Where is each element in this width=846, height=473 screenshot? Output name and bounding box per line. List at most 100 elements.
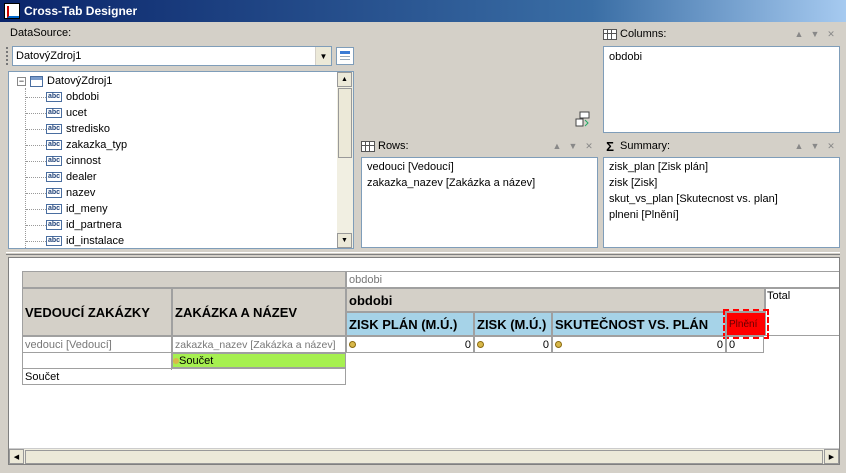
columns-pane-title: Columns: <box>620 28 667 40</box>
summary-pane-header: Σ Summary: ▲ ▼ ✕ <box>603 138 840 154</box>
scroll-left-icon[interactable]: ◀ <box>9 449 24 464</box>
grand-total-cell[interactable]: Součet <box>22 368 346 385</box>
tree-field[interactable]: abc nazev <box>26 185 95 201</box>
summary-item[interactable]: zisk [Zisk] <box>609 175 834 191</box>
remove-icon[interactable]: ✕ <box>826 29 836 40</box>
text-field-icon: abc <box>46 220 62 230</box>
columns-pane: Columns: ▲ ▼ ✕ obdobi <box>603 26 840 134</box>
summary-item[interactable]: zisk_plan [Zisk plán] <box>609 159 834 175</box>
swap-rows-columns-icon[interactable] <box>575 111 591 127</box>
tree-field[interactable]: abc id_meny <box>26 201 108 217</box>
datasource-combo[interactable]: DatovýZdroj1 ▼ <box>12 46 332 66</box>
scroll-thumb[interactable] <box>338 88 352 158</box>
scroll-thumb[interactable] <box>25 450 823 464</box>
summary-item[interactable]: plneni [Plnění] <box>609 207 834 223</box>
row-item[interactable]: vedouci [Vedoucí] <box>367 159 592 175</box>
datasource-combo-value: DatovýZdroj1 <box>16 50 82 62</box>
scroll-right-icon[interactable]: ▶ <box>824 449 839 464</box>
coin-icon <box>349 341 356 348</box>
rows-list[interactable]: vedouci [Vedoucí] zakazka_nazev [Zakázka… <box>361 157 598 248</box>
remove-icon[interactable]: ✕ <box>826 141 836 152</box>
columns-pane-header: Columns: ▲ ▼ ✕ <box>603 26 840 42</box>
tree-field-label: stredisko <box>66 123 111 135</box>
rows-pane: Rows: ▲ ▼ ✕ vedouci [Vedoucí] zakazka_naze… <box>361 138 598 249</box>
measure-header[interactable]: ZISK PLÁN (M.Ú.) <box>346 312 474 336</box>
splitter[interactable] <box>6 252 840 255</box>
column-item[interactable]: obdobi <box>604 47 839 67</box>
edit-datasource-icon[interactable] <box>336 47 354 65</box>
scroll-down-icon[interactable]: ▼ <box>337 233 352 248</box>
column-value-cell[interactable]: obdobi <box>346 288 766 312</box>
columns-list[interactable]: obdobi <box>603 46 840 133</box>
move-down-icon[interactable]: ▼ <box>568 141 578 152</box>
text-field-icon: abc <box>46 172 62 182</box>
row-field-zakazka[interactable]: zakazka_nazev [Zakázka a název] <box>172 336 346 353</box>
crosstab-preview[interactable]: obdobi VEDOUCÍ ZAKÁZKY ZAKÁZKA A NÁZEV o… <box>8 257 840 465</box>
toolbar-grip[interactable] <box>6 47 10 65</box>
rows-icon <box>361 140 375 152</box>
window-title-bar: Cross-Tab Designer <box>0 0 846 22</box>
move-down-icon[interactable]: ▼ <box>810 141 820 152</box>
tree-field[interactable]: abc zakazka_typ <box>26 137 127 153</box>
move-down-icon[interactable]: ▼ <box>810 29 820 40</box>
value-text: 0 <box>542 338 549 351</box>
text-field-icon: abc <box>46 92 62 102</box>
value-cell[interactable]: 0 <box>346 336 474 353</box>
subtotal-cell[interactable]: Součet <box>172 353 346 368</box>
value-cell[interactable]: 0 <box>726 336 764 353</box>
measure-header[interactable]: SKUTEČNOST VS. PLÁN <box>552 312 726 336</box>
tree-field[interactable]: abc obdobi <box>26 89 99 105</box>
tree-vertical-scrollbar[interactable]: ▲ ▼ <box>337 72 353 248</box>
datasource-tree[interactable]: − DatovýZdroj1 abc obdobi abc ucet abc stre… <box>8 71 354 249</box>
coin-icon <box>477 341 484 348</box>
tree-field[interactable]: abc ucet <box>26 105 87 121</box>
scroll-up-icon[interactable]: ▲ <box>337 72 352 87</box>
coin-icon <box>555 341 562 348</box>
column-field-header[interactable]: obdobi <box>346 271 839 288</box>
collapse-icon[interactable]: − <box>17 76 26 86</box>
summary-item[interactable]: skut_vs_plan [Skutecnost vs. plan] <box>609 191 834 207</box>
text-field-icon: abc <box>46 108 62 118</box>
summary-list[interactable]: zisk_plan [Zisk plán] zisk [Zisk] skut_v… <box>603 157 840 248</box>
text-field-icon: abc <box>46 204 62 214</box>
tree-field-label: id_meny <box>66 203 108 215</box>
row-header-zakazka[interactable]: ZAKÁZKA A NÁZEV <box>172 288 346 336</box>
total-header[interactable]: Total <box>764 288 839 336</box>
rows-pane-header: Rows: ▲ ▼ ✕ <box>361 138 598 154</box>
text-field-icon: abc <box>46 188 62 198</box>
move-up-icon[interactable]: ▲ <box>794 29 804 40</box>
tree-field-label: nazev <box>66 187 96 199</box>
chevron-down-icon[interactable]: ▼ <box>315 47 331 65</box>
window-title: Cross-Tab Designer <box>24 4 138 18</box>
sigma-icon: Σ <box>606 138 614 154</box>
value-cell[interactable]: 0 <box>474 336 552 353</box>
remove-icon[interactable]: ✕ <box>584 141 594 152</box>
tree-field[interactable]: abc id_partnera <box>26 217 122 233</box>
tree-field[interactable]: abc id_instalace <box>26 233 125 248</box>
row-field-vedouci[interactable]: vedouci [Vedoucí] <box>22 336 172 353</box>
tree-root[interactable]: − DatovýZdroj1 <box>17 73 112 89</box>
value-text: 0 <box>716 338 723 351</box>
move-up-icon[interactable]: ▲ <box>794 141 804 152</box>
tree-field-label: ucet <box>66 107 87 119</box>
rows-pane-title: Rows: <box>378 140 409 152</box>
tree-field-label: dealer <box>66 171 97 183</box>
value-cell[interactable]: 0 <box>552 336 726 353</box>
row-header-vedouci[interactable]: VEDOUCÍ ZAKÁZKY <box>22 288 172 336</box>
measure-header[interactable]: ZISK (M.Ú.) <box>474 312 552 336</box>
crosstab-app-icon <box>4 3 20 19</box>
value-text: 0 <box>464 338 471 351</box>
move-up-icon[interactable]: ▲ <box>552 141 562 152</box>
corner-empty-cell[interactable] <box>22 271 346 288</box>
subtotal-label: Součet <box>179 354 214 367</box>
measure-header-selected[interactable]: Plnění <box>723 309 769 339</box>
datasource-label: DataSource: <box>10 27 72 39</box>
tree-field[interactable]: abc cinnost <box>26 153 101 169</box>
tree-field-label: id_instalace <box>66 235 125 247</box>
row-item[interactable]: zakazka_nazev [Zakázka a název] <box>367 175 592 191</box>
tree-field[interactable]: abc dealer <box>26 169 97 185</box>
summary-pane: Σ Summary: ▲ ▼ ✕ zisk_plan [Zisk plán] zis… <box>603 138 840 249</box>
text-field-icon: abc <box>46 236 62 246</box>
preview-horizontal-scrollbar[interactable]: ◀ ▶ <box>9 448 839 464</box>
tree-field[interactable]: abc stredisko <box>26 121 110 137</box>
